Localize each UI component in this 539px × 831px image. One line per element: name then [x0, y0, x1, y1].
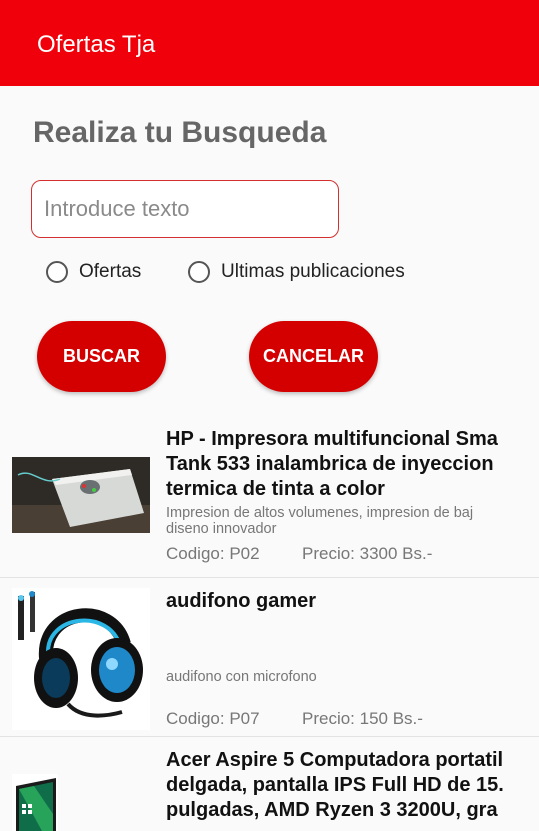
product-title-line: Acer Aspire 5 Computadora portatil [166, 749, 504, 771]
search-input[interactable] [32, 181, 338, 237]
product-price: Precio: 150 Bs.- [302, 709, 423, 728]
product-title-line: HP - Impresora multifuncional Sma [166, 428, 498, 450]
radio-ultimas-circle[interactable] [188, 261, 210, 283]
product-image [12, 588, 150, 730]
search-heading: Realiza tu Busqueda [33, 116, 327, 149]
product-description-line: Impresion de altos volumenes, impresion … [166, 505, 474, 521]
radio-ofertas[interactable]: Ofertas [46, 261, 141, 283]
product-title-line: Tank 533 inalambrica de inyeccion [166, 453, 494, 475]
list-item[interactable]: audifono gamer audifono con microfono Co… [0, 578, 539, 736]
cancelar-button[interactable]: CANCELAR [249, 321, 378, 392]
product-image [12, 774, 58, 831]
product-title: audifono gamer [166, 590, 317, 612]
list-item[interactable]: HP - Impresora multifuncional Sma Tank 5… [0, 420, 539, 578]
app-bar: Ofertas Tja [0, 0, 539, 86]
product-price: Precio: 3300 Bs.- [302, 544, 433, 563]
product-code: Codigo: P02 [166, 544, 260, 563]
radio-ultimas-publicaciones[interactable]: Ultimas publicaciones [188, 261, 405, 283]
product-description: audifono con microfono [166, 669, 317, 685]
app-title: Ofertas Tja [37, 31, 156, 58]
product-title-line: delgada, pantalla IPS Full HD de 15. [166, 774, 504, 796]
radio-ultimas-label: Ultimas publicaciones [221, 261, 405, 282]
product-description-line: diseno innovador [166, 521, 277, 537]
list-item[interactable]: Acer Aspire 5 Computadora portatil delga… [0, 737, 539, 831]
buscar-button[interactable]: BUSCAR [37, 321, 166, 392]
product-code: Codigo: P07 [166, 709, 260, 728]
product-title-line: termica de tinta a color [166, 478, 385, 500]
radio-ofertas-circle[interactable] [46, 261, 68, 283]
search-field[interactable] [31, 180, 339, 238]
product-image [12, 457, 150, 533]
radio-ofertas-label: Ofertas [79, 261, 142, 282]
product-title-line: pulgadas, AMD Ryzen 3 3200U, gra [166, 799, 498, 821]
